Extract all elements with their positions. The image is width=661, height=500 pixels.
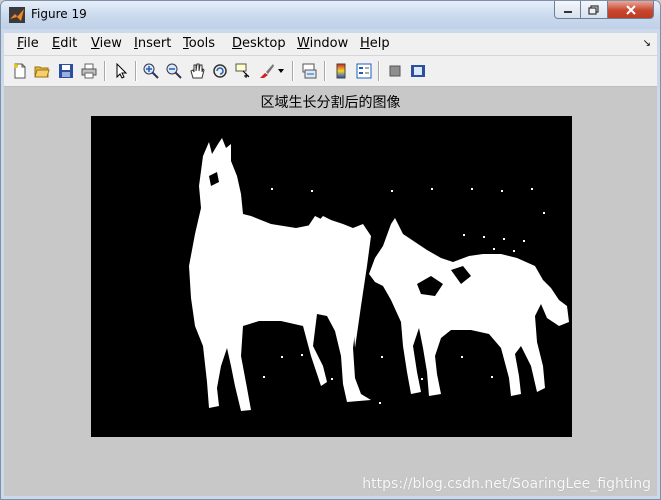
show-plot-tools-icon — [411, 65, 425, 77]
brush-dropdown[interactable] — [276, 61, 286, 81]
menu-file[interactable]: File — [17, 36, 39, 51]
matlab-logo-icon — [9, 7, 25, 23]
zoom-in-icon — [143, 63, 159, 79]
data-cursor-button[interactable] — [233, 61, 253, 81]
link-plot-button[interactable] — [299, 61, 319, 81]
watermark-text: https://blog.csdn.net/SoaringLee_fightin… — [362, 476, 651, 492]
save-button[interactable] — [56, 61, 76, 81]
new-figure-button[interactable] — [10, 61, 30, 81]
menu-insert[interactable]: Insert — [134, 36, 171, 51]
insert-colorbar-button[interactable] — [331, 61, 351, 81]
data-cursor-icon — [235, 63, 250, 78]
menu-tools[interactable]: Tools — [183, 36, 215, 51]
print-icon — [81, 63, 97, 79]
close-icon — [625, 4, 636, 15]
title-bar[interactable]: Figure 19 — [1, 1, 660, 29]
rotate-3d-button[interactable] — [210, 61, 230, 81]
zoom-out-button[interactable] — [164, 61, 184, 81]
zoom-out-icon — [166, 63, 182, 79]
menu-help[interactable]: Help — [360, 36, 390, 51]
toolbar-separator — [324, 61, 326, 81]
toolbar-separator — [292, 61, 294, 81]
zoom-in-button[interactable] — [141, 61, 161, 81]
print-button[interactable] — [79, 61, 99, 81]
edit-plot-button[interactable] — [111, 61, 131, 81]
save-icon — [59, 64, 73, 78]
hide-plot-tools-icon — [389, 65, 401, 77]
plot-title: 区域生长分割后的图像 — [260, 95, 401, 111]
figure-canvas: 区域生长分割后的图像 https://blog.csdn.net/Soaring… — [4, 87, 657, 496]
segmented-image[interactable] — [91, 116, 572, 437]
toolbar-separator — [104, 61, 106, 81]
restore-icon — [588, 4, 599, 15]
maximize-button[interactable] — [581, 1, 608, 19]
segmentation-result-image — [91, 116, 572, 437]
figure-toolbar — [4, 56, 657, 87]
edit-plot-arrow-icon — [116, 63, 128, 79]
hide-plot-tools-button[interactable] — [385, 61, 405, 81]
toolbar-separator — [378, 61, 380, 81]
dock-figure-arrow-icon[interactable]: ↘ — [643, 38, 651, 49]
toolbar-separator — [135, 61, 137, 81]
pan-hand-icon — [190, 63, 205, 79]
insert-legend-icon — [356, 63, 372, 79]
brush-button[interactable] — [257, 61, 277, 81]
insert-legend-button[interactable] — [354, 61, 374, 81]
minimize-icon — [563, 10, 572, 13]
menu-window[interactable]: Window — [297, 36, 348, 51]
link-plot-icon — [302, 63, 317, 79]
insert-colorbar-icon — [336, 63, 346, 79]
brush-icon — [260, 64, 274, 78]
close-button[interactable] — [608, 1, 654, 19]
minimize-button[interactable] — [554, 1, 581, 19]
menu-desktop[interactable]: Desktop — [232, 36, 286, 51]
window-title: Figure 19 — [31, 7, 87, 21]
menu-edit[interactable]: Edit — [52, 36, 77, 51]
menu-view[interactable]: View — [91, 36, 122, 51]
pan-button[interactable] — [187, 61, 207, 81]
open-file-button[interactable] — [32, 61, 52, 81]
open-file-icon — [34, 66, 50, 78]
menu-bar: File Edit View Insert Tools Desktop Wind… — [4, 33, 657, 56]
show-plot-tools-button[interactable] — [408, 61, 428, 81]
rotate-3d-icon — [213, 64, 227, 78]
new-figure-icon — [14, 63, 26, 79]
figure-window: Figure 19 File Edit View Insert Tools De… — [0, 0, 661, 500]
chevron-down-icon — [278, 69, 284, 73]
